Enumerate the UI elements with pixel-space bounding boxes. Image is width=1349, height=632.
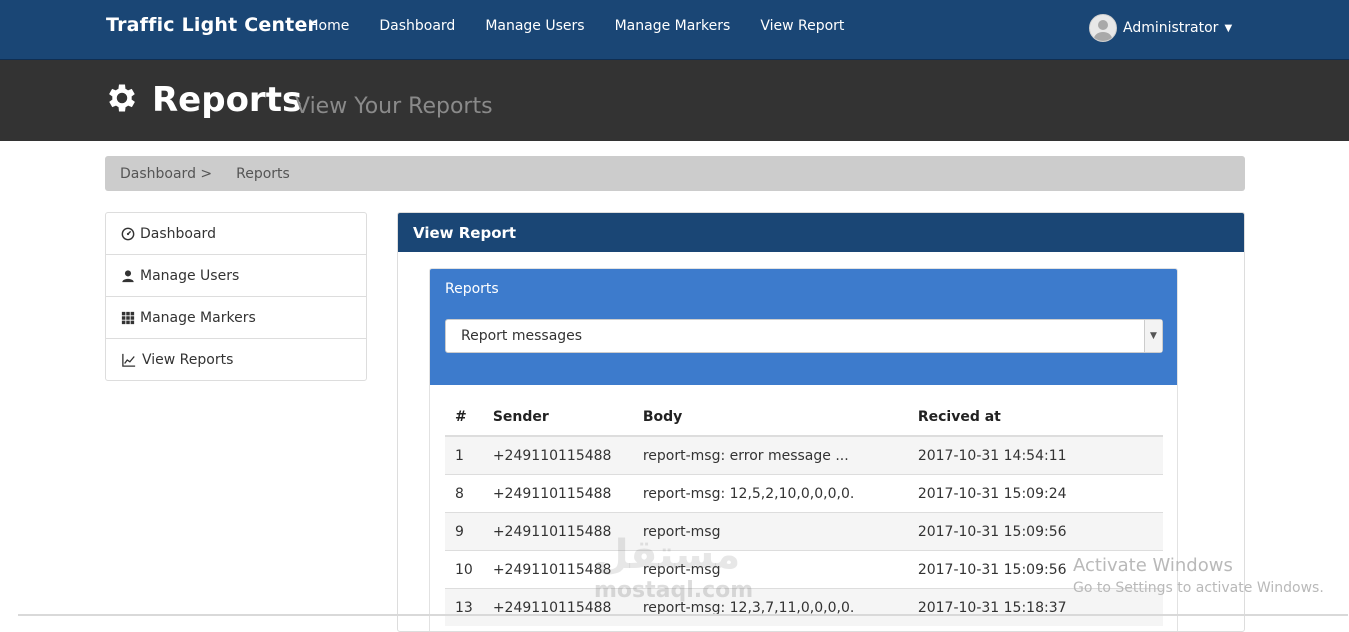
dashboard-icon [121,227,135,240]
nav-home[interactable]: Home [308,18,349,34]
table-row[interactable]: 10 +249110115488 report-msg 2017-10-31 1… [445,550,1163,589]
cell-received: 2017-10-31 14:54:11 [907,435,1163,475]
top-navbar: Traffic Light Center Home Dashboard Mana… [0,0,1349,60]
nav-view-report[interactable]: View Report [760,18,844,34]
avatar [1089,14,1117,42]
select-value: Report messages [461,328,583,344]
breadcrumb-dashboard[interactable]: Dashboard > [120,166,212,182]
cell-sender: +249110115488 [482,474,633,513]
activate-windows-title: Activate Windows [1073,555,1233,576]
grid-icon [121,311,135,324]
cell-sender: +249110115488 [482,435,633,475]
sidebar: Dashboard Manage Users Manage Markers Vi… [105,212,367,381]
bottom-divider [18,614,1348,616]
page-subtitle: View Your Reports [295,94,493,119]
breadcrumb: Dashboard > Reports [105,156,1245,191]
cell-body: report-msg: error message ... [632,435,908,475]
cell-received: 2017-10-31 15:09:56 [907,512,1163,551]
breadcrumb-current: Reports [236,165,290,182]
table-row[interactable]: 9 +249110115488 report-msg 2017-10-31 15… [445,512,1163,551]
nav-manage-users[interactable]: Manage Users [485,18,584,34]
sidebar-item-manage-users[interactable]: Manage Users [106,255,366,297]
sidebar-item-dashboard[interactable]: Dashboard [106,213,366,255]
sidebar-item-view-reports[interactable]: View Reports [106,339,366,380]
cell-id: 9 [445,512,483,551]
table-row[interactable]: 1 +249110115488 report-msg: error messag… [445,435,1163,475]
cell-id: 10 [445,550,483,589]
column-header[interactable]: Body [632,398,908,437]
user-name: Administrator [1123,20,1219,36]
caret-down-icon: ▼ [1224,22,1233,34]
activate-windows-sub: Go to Settings to activate Windows. [1073,580,1324,596]
table-row[interactable]: 13 +249110115488 report-msg: 12,3,7,11,0… [445,588,1163,626]
report-type-select[interactable]: Report messages ▼ [445,319,1163,353]
sidebar-item-label: Manage Users [140,267,240,284]
line-chart-icon [122,353,136,367]
column-header[interactable]: Recived at [907,398,1163,437]
reports-inner-panel: Reports Report messages ▼ # Sender Body … [429,268,1178,631]
cell-received: 2017-10-31 15:09:24 [907,474,1163,513]
brand-link[interactable]: Traffic Light Center [106,14,317,36]
cell-id: 13 [445,588,483,626]
nav-manage-markers[interactable]: Manage Markers [615,18,731,34]
page-header: Reports View Your Reports [0,60,1349,141]
gear-icon [109,84,135,112]
cell-id: 8 [445,474,483,513]
mostaql-watermark-url: mostaql.com [594,578,754,603]
column-header[interactable]: # [445,398,483,437]
table-row[interactable]: 8 +249110115488 report-msg: 12,5,2,10,0,… [445,474,1163,513]
page-title: Reports [152,80,303,120]
cell-id: 1 [445,435,483,475]
sidebar-item-manage-markers[interactable]: Manage Markers [106,297,366,339]
user-icon [122,269,134,282]
sidebar-item-label: Dashboard [140,225,216,242]
nav-links: Home Dashboard Manage Users Manage Marke… [308,18,874,34]
panel-heading: View Report [398,213,1244,252]
reports-table: # Sender Body Recived at 1 +249110115488… [445,398,1163,626]
cell-body: report-msg: 12,5,2,10,0,0,0,0. [632,474,908,513]
table-header-row: # Sender Body Recived at [445,398,1163,437]
reports-title: Reports [445,281,499,297]
user-menu[interactable]: Administrator ▼ [1089,14,1232,42]
mostaql-watermark: مستقل [594,532,741,578]
sidebar-item-label: View Reports [142,351,234,368]
reports-heading: Reports Report messages ▼ [430,269,1177,385]
nav-dashboard[interactable]: Dashboard [379,18,455,34]
chevron-down-icon[interactable]: ▼ [1144,320,1162,352]
column-header[interactable]: Sender [482,398,633,437]
sidebar-item-label: Manage Markers [140,309,256,326]
